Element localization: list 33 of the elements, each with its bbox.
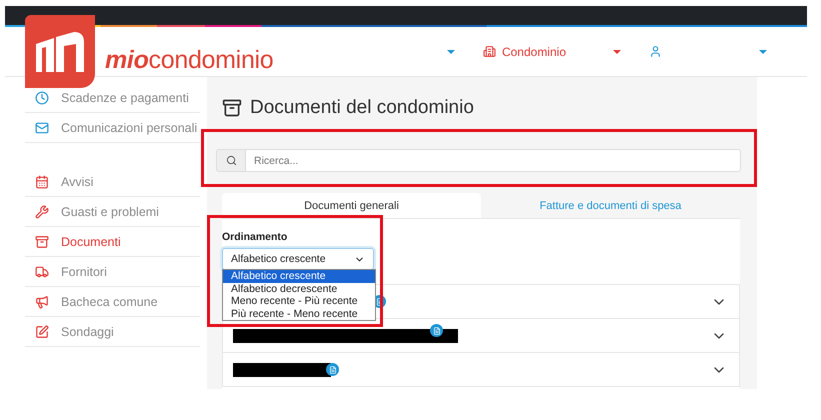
sort-select[interactable]: Alfabetico crescente	[222, 248, 374, 270]
archive-box-icon	[222, 98, 242, 118]
caret-icon[interactable]	[613, 50, 621, 54]
truck-icon	[35, 264, 49, 278]
user-icon	[649, 45, 662, 58]
sidebar-item[interactable]: Guasti e problemi	[25, 197, 200, 227]
menu-label[interactable]: Condominio	[502, 44, 566, 58]
sidebar-item[interactable]: Documenti	[25, 227, 200, 257]
sidebar-item[interactable]: Comunicazioni personali	[25, 113, 200, 143]
clock-icon	[35, 90, 49, 104]
sidebar-item[interactable]: Scadenze e pagamenti	[25, 83, 200, 113]
page-title: Documenti del condominio	[250, 97, 474, 119]
sidebar-item[interactable]: Fornitori	[25, 257, 200, 287]
search-icon	[226, 155, 236, 166]
caret-icon[interactable]	[759, 50, 767, 54]
envelope-icon	[35, 120, 49, 134]
sidebar-item[interactable]: Sondaggi	[25, 317, 200, 347]
field-label: Ordinamento	[222, 231, 288, 243]
dropdown-option[interactable]: Alfabetico crescente	[223, 270, 375, 282]
pencil-square-icon	[35, 324, 49, 338]
wrench-icon	[35, 204, 49, 218]
caret-icon[interactable]	[446, 50, 455, 54]
building-icon	[482, 45, 496, 58]
megaphone-icon	[35, 294, 49, 308]
calendar-icon	[35, 174, 49, 188]
archive-box-icon	[35, 234, 49, 248]
logo-icon	[25, 15, 95, 88]
brand-name: miocondominio	[105, 46, 274, 75]
tab[interactable]: Documenti generali	[222, 193, 481, 218]
sidebar-item[interactable]: Avvisi	[25, 167, 200, 197]
search-field[interactable]: Ricerca...	[246, 149, 741, 172]
tab[interactable]: Fatture e documenti di spesa	[481, 193, 740, 218]
sidebar-item[interactable]: Bacheca comune	[25, 287, 200, 317]
